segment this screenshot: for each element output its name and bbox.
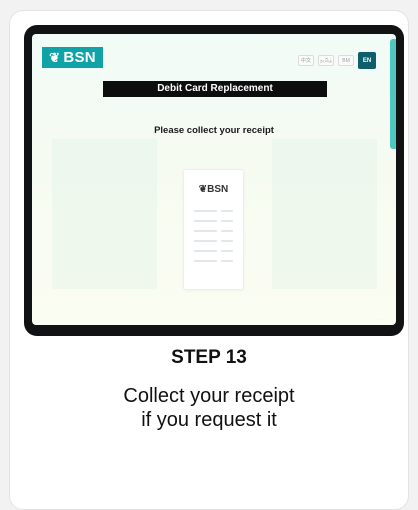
receipt-leaf-icon: ❦	[198, 184, 208, 195]
background-panel-left	[52, 139, 157, 289]
tablet-frame: ❦ BSN 中文 தமிழ் BM EN Debit Card Replacem…	[24, 25, 404, 336]
receipt-line	[221, 210, 233, 212]
bsn-logo: ❦ BSN	[42, 47, 103, 68]
receipt-line	[221, 260, 233, 262]
instruction-text: Please collect your receipt	[154, 125, 274, 136]
receipt-line	[221, 250, 233, 252]
lang-button-chinese[interactable]: 中文	[298, 55, 314, 66]
lang-button-tamil[interactable]: தமிழ்	[318, 55, 334, 66]
receipt-line	[194, 230, 217, 232]
kiosk-screen: ❦ BSN 中文 தமிழ் BM EN Debit Card Replacem…	[32, 34, 396, 325]
receipt-line	[194, 210, 217, 212]
receipt-line	[194, 260, 217, 262]
lang-button-en[interactable]: EN	[358, 52, 376, 69]
receipt-line	[194, 240, 217, 242]
background-panel-right	[272, 139, 377, 289]
receipt-line	[221, 220, 233, 222]
receipt-line	[194, 220, 217, 222]
receipt-line	[194, 250, 217, 252]
receipt-logo: ❦BSN	[198, 184, 229, 195]
receipt-illustration: ❦BSN	[183, 169, 244, 290]
step-label: STEP 13	[171, 347, 247, 368]
step-description-line-2: if you request it	[141, 409, 277, 431]
step-description-line-1: Collect your receipt	[123, 385, 295, 407]
language-selector: 中文 தமிழ் BM EN	[298, 52, 376, 69]
receipt-line	[221, 240, 233, 242]
step-description: Collect your receipt if you request it	[0, 384, 418, 432]
lang-button-bm[interactable]: BM	[338, 55, 354, 66]
screen-footnote: · · · · · ·	[377, 317, 388, 321]
leaf-icon: ❦	[49, 50, 61, 65]
logo-text: BSN	[63, 49, 96, 66]
receipt-line	[221, 230, 233, 232]
screen-title: Debit Card Replacement	[103, 81, 327, 97]
